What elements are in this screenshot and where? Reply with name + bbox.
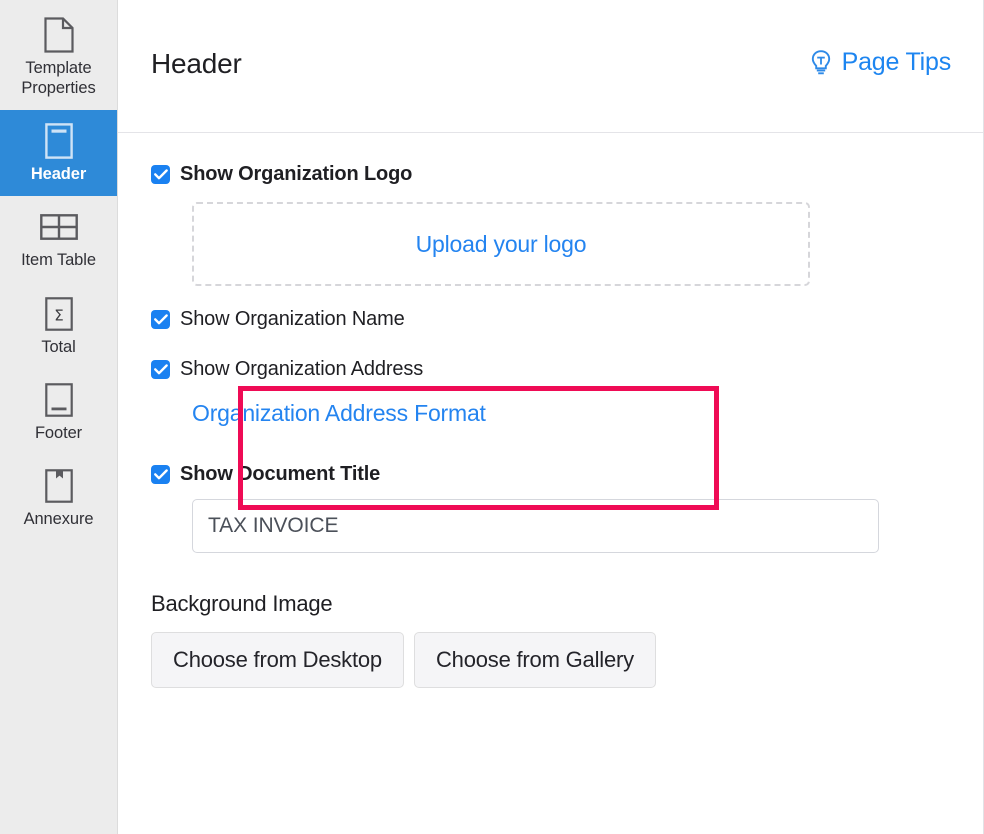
- background-image-label: Background Image: [151, 591, 951, 617]
- sidebar-item-total[interactable]: Σ Total: [0, 283, 117, 369]
- show-document-title-checkbox[interactable]: [151, 465, 170, 484]
- page-header: Header Page Tips: [118, 0, 983, 133]
- upload-logo-label: Upload your logo: [416, 231, 587, 258]
- main-panel: Header Page Tips: [118, 0, 983, 834]
- sidebar-item-header[interactable]: Header: [0, 110, 117, 196]
- sidebar-item-label: Template Properties: [4, 58, 113, 98]
- choose-from-gallery-button[interactable]: Choose from Gallery: [414, 632, 656, 688]
- show-organization-address-checkbox[interactable]: [151, 360, 170, 379]
- sidebar-item-label: Footer: [35, 423, 82, 443]
- show-organization-name-row: Show Organization Name: [151, 308, 951, 331]
- document-title-input[interactable]: [192, 499, 879, 553]
- sidebar-item-template-properties[interactable]: Template Properties: [0, 4, 117, 110]
- upload-logo-dropzone[interactable]: Upload your logo: [192, 202, 810, 286]
- table-grid-icon: [40, 210, 78, 244]
- svg-text:Σ: Σ: [54, 306, 63, 324]
- background-image-buttons: Choose from Desktop Choose from Gallery: [151, 632, 951, 688]
- page-title: Header: [151, 48, 242, 80]
- show-organization-logo-row: Show Organization Logo: [151, 163, 951, 186]
- sidebar: Template Properties Header Item Table: [0, 0, 118, 834]
- sigma-sum-icon: Σ: [45, 297, 73, 331]
- sidebar-item-label: Total: [41, 337, 75, 357]
- template-editor-window: Template Properties Header Item Table: [0, 0, 984, 834]
- show-organization-address-row: Show Organization Address: [151, 358, 951, 381]
- sidebar-item-label: Annexure: [24, 509, 94, 529]
- show-organization-logo-checkbox[interactable]: [151, 165, 170, 184]
- footer-page-icon: [45, 383, 73, 417]
- show-organization-logo-label: Show Organization Logo: [180, 163, 412, 186]
- show-organization-name-label: Show Organization Name: [180, 308, 405, 331]
- header-page-icon: [45, 124, 73, 158]
- show-document-title-row: Show Document Title: [151, 463, 951, 486]
- sidebar-item-label: Header: [31, 164, 86, 184]
- sidebar-item-item-table[interactable]: Item Table: [0, 196, 117, 282]
- show-document-title-label: Show Document Title: [180, 463, 380, 486]
- page-tips-label: Page Tips: [842, 48, 951, 77]
- show-organization-name-checkbox[interactable]: [151, 310, 170, 329]
- bookmark-page-icon: [45, 469, 73, 503]
- organization-address-format-link[interactable]: Organization Address Format: [192, 400, 486, 427]
- sidebar-item-footer[interactable]: Footer: [0, 369, 117, 455]
- sidebar-item-annexure[interactable]: Annexure: [0, 455, 117, 541]
- page-tips-button[interactable]: Page Tips: [809, 48, 951, 77]
- document-icon: [44, 18, 74, 52]
- choose-from-desktop-button[interactable]: Choose from Desktop: [151, 632, 404, 688]
- show-organization-address-label: Show Organization Address: [180, 358, 423, 381]
- lightbulb-icon: [809, 49, 833, 77]
- sidebar-item-label: Item Table: [21, 250, 96, 270]
- header-settings-form: Show Organization Logo Upload your logo …: [118, 133, 983, 688]
